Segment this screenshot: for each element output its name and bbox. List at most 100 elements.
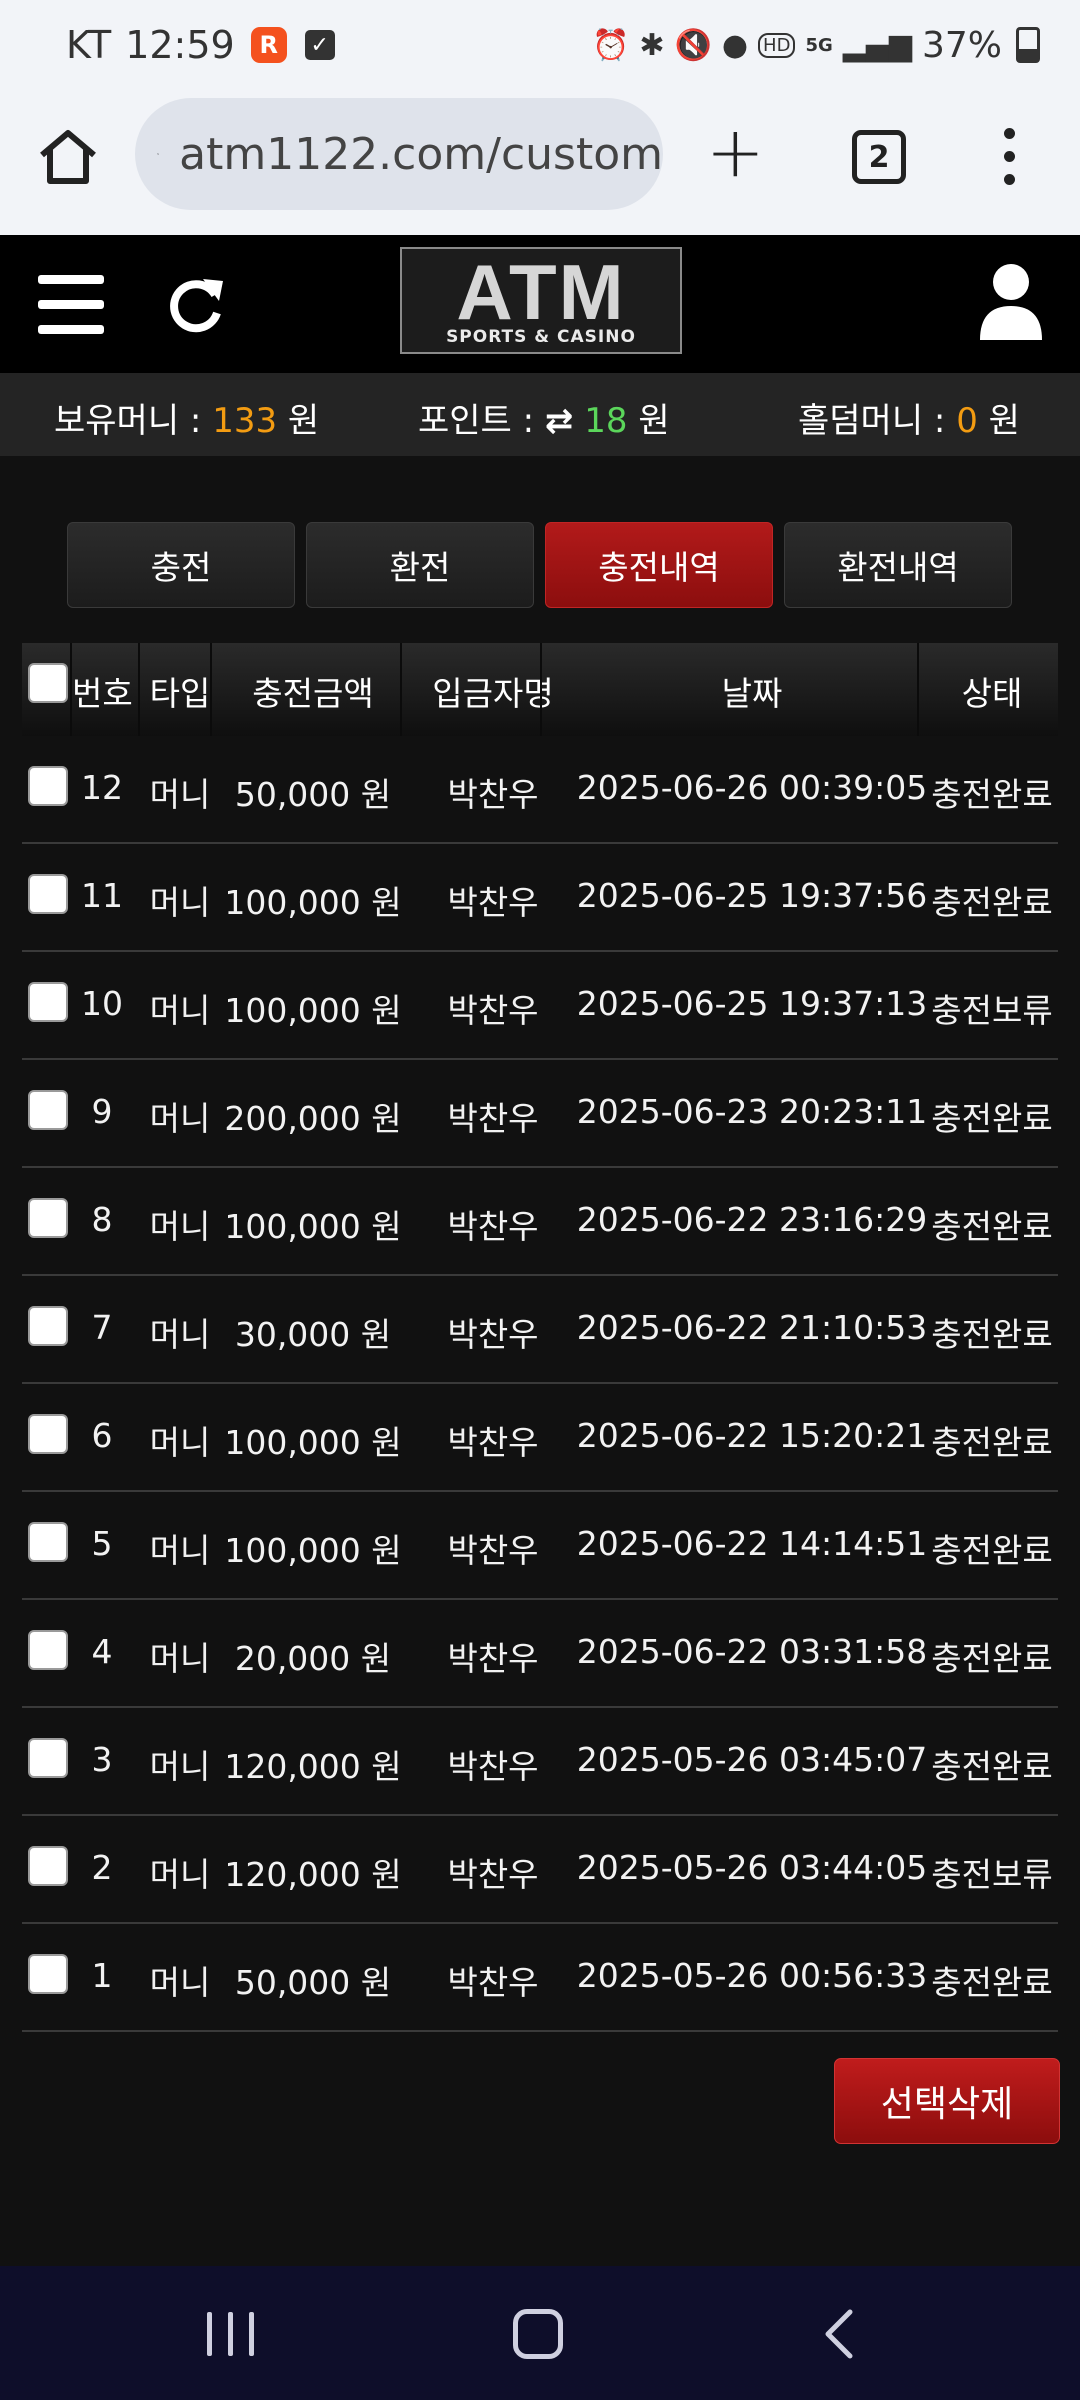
home-icon[interactable]	[36, 125, 100, 189]
points-value: 18	[584, 401, 628, 441]
table-row: 8 머니 100,000 원 박찬우 2025-06-22 23:16:29 충전완료	[22, 1168, 1058, 1276]
money-bar: 보유머니 : 133 원 포인트 : ⇄ 18 원 홀덤머니 : 0 원	[0, 373, 1080, 456]
holdem-value: 0	[956, 401, 978, 441]
points-info: 포인트 : ⇄ 18 원	[418, 393, 670, 442]
table-row: 10 머니 100,000 원 박찬우 2025-06-25 19:37:13 충전보류	[22, 952, 1058, 1060]
clock: 12:59	[125, 23, 235, 67]
row-checkbox[interactable]	[26, 1414, 70, 1462]
row-amount: 100,000 원	[224, 883, 402, 922]
bluetooth-icon: ✱	[639, 27, 665, 63]
points-label: 포인트 :	[418, 401, 535, 441]
row-number: 10	[81, 984, 123, 1023]
row-date: 2025-06-22 21:10:53	[576, 1308, 928, 1347]
battery-icon	[1016, 27, 1040, 63]
network-type-icon: 5G	[805, 34, 833, 56]
row-date: 2025-06-22 15:20:21	[576, 1416, 928, 1455]
status-bar: KT 12:59 R ✓ ⏰ ✱ 🔇 ● HD 5G ▂▄▆ 37%	[0, 0, 1080, 90]
row-number: 1	[91, 1956, 113, 1995]
row-checkbox[interactable]	[26, 982, 70, 1030]
logo-subtitle: SPORTS & CASINO	[446, 326, 636, 347]
user-icon[interactable]	[978, 262, 1044, 342]
balance-unit: 원	[287, 401, 320, 441]
delete-selected-button[interactable]: 선택삭제	[834, 2058, 1060, 2144]
hamburger-icon[interactable]	[38, 275, 104, 350]
table-row: 1 머니 50,000 원 박찬우 2025-05-26 00:56:33 충전완료	[22, 1924, 1058, 2032]
more-vert-icon[interactable]	[1004, 128, 1018, 197]
url-text[interactable]: atm1122.com/custom	[179, 129, 663, 180]
row-amount: 100,000 원	[224, 991, 402, 1030]
row-amount: 100,000 원	[224, 1423, 402, 1462]
row-type: 머니	[149, 1639, 211, 1678]
row-date: 2025-05-26 03:44:05	[576, 1848, 928, 1887]
tune-icon[interactable]	[157, 131, 159, 177]
row-status: 충전완료	[931, 883, 1053, 922]
row-number: 7	[91, 1308, 113, 1347]
row-type: 머니	[149, 1855, 211, 1894]
balance-value: 133	[212, 401, 278, 441]
row-checkbox[interactable]	[26, 1630, 70, 1678]
row-type: 머니	[149, 1423, 211, 1462]
tab-withdraw[interactable]: 환전	[306, 522, 534, 608]
row-checkbox[interactable]	[26, 766, 70, 814]
mute-icon: 🔇	[674, 27, 712, 63]
row-number: 2	[91, 1848, 113, 1887]
row-date: 2025-06-25 19:37:13	[576, 984, 928, 1023]
recent-apps-icon[interactable]	[207, 2312, 254, 2356]
table-row: 4 머니 20,000 원 박찬우 2025-06-22 03:31:58 충전완료	[22, 1600, 1058, 1708]
tab-bar: 충전 환전 충전내역 환전내역	[67, 522, 1012, 608]
row-checkbox[interactable]	[26, 1522, 70, 1570]
tab-withdraw-history[interactable]: 환전내역	[784, 522, 1012, 608]
row-status: 충전보류	[931, 991, 1053, 1030]
header-status: 상태	[961, 674, 1023, 713]
carrier-label: KT	[66, 23, 112, 67]
select-all-checkbox[interactable]	[26, 663, 70, 711]
row-date: 2025-06-25 19:37:56	[576, 876, 928, 915]
row-date: 2025-06-22 03:31:58	[576, 1632, 928, 1671]
row-status: 충전완료	[931, 1747, 1053, 1786]
row-number: 4	[91, 1632, 113, 1671]
row-status: 충전완료	[931, 1639, 1053, 1678]
table-body: 12 머니 50,000 원 박찬우 2025-06-26 00:39:05 충전완료 11…	[22, 736, 1058, 2032]
holdem-unit: 원	[988, 401, 1020, 441]
row-type: 머니	[149, 1963, 211, 2002]
table-row: 6 머니 100,000 원 박찬우 2025-06-22 15:20:21 충전완료	[22, 1384, 1058, 1492]
refresh-icon[interactable]	[165, 275, 227, 337]
tab-deposit[interactable]: 충전	[67, 522, 295, 608]
back-icon[interactable]	[820, 2306, 860, 2362]
header-type: 타입	[149, 674, 211, 713]
row-number: 11	[81, 876, 123, 915]
row-type: 머니	[149, 775, 211, 814]
site-logo[interactable]: ATM SPORTS & CASINO	[400, 247, 682, 354]
address-bar[interactable]: atm1122.com/custom	[135, 98, 663, 210]
tabs-icon[interactable]: 2	[852, 130, 906, 184]
row-checkbox[interactable]	[26, 1846, 70, 1894]
row-status: 충전완료	[931, 775, 1053, 814]
signal-icon: ▂▄▆	[842, 27, 912, 63]
row-amount: 50,000 원	[234, 1963, 392, 2002]
points-unit: 원	[638, 401, 670, 441]
home-nav-icon[interactable]	[513, 2309, 563, 2359]
balance-info: 보유머니 : 133 원	[54, 393, 319, 442]
row-checkbox[interactable]	[26, 874, 70, 922]
row-checkbox[interactable]	[26, 1090, 70, 1138]
app-notification-icon: R	[250, 27, 287, 63]
row-amount: 120,000 원	[224, 1855, 402, 1894]
row-amount: 100,000 원	[224, 1531, 402, 1570]
row-checkbox[interactable]	[26, 1198, 70, 1246]
tab-deposit-history[interactable]: 충전내역	[545, 522, 773, 608]
plus-icon[interactable]: +	[706, 117, 765, 187]
row-amount: 20,000 원	[234, 1639, 392, 1678]
row-status: 충전완료	[931, 1963, 1053, 2002]
swap-icon[interactable]: ⇄	[545, 401, 574, 441]
row-number: 6	[91, 1416, 113, 1455]
header-number: 번호	[72, 674, 133, 713]
row-date: 2025-06-22 14:14:51	[576, 1524, 928, 1563]
row-checkbox[interactable]	[26, 1954, 70, 2002]
row-checkbox[interactable]	[26, 1738, 70, 1786]
logo-text: ATM	[456, 247, 626, 336]
system-nav-bar	[0, 2266, 1080, 2400]
row-amount: 100,000 원	[224, 1207, 402, 1246]
row-checkbox[interactable]	[26, 1306, 70, 1354]
row-amount: 50,000 원	[234, 775, 392, 814]
row-amount: 200,000 원	[224, 1099, 402, 1138]
